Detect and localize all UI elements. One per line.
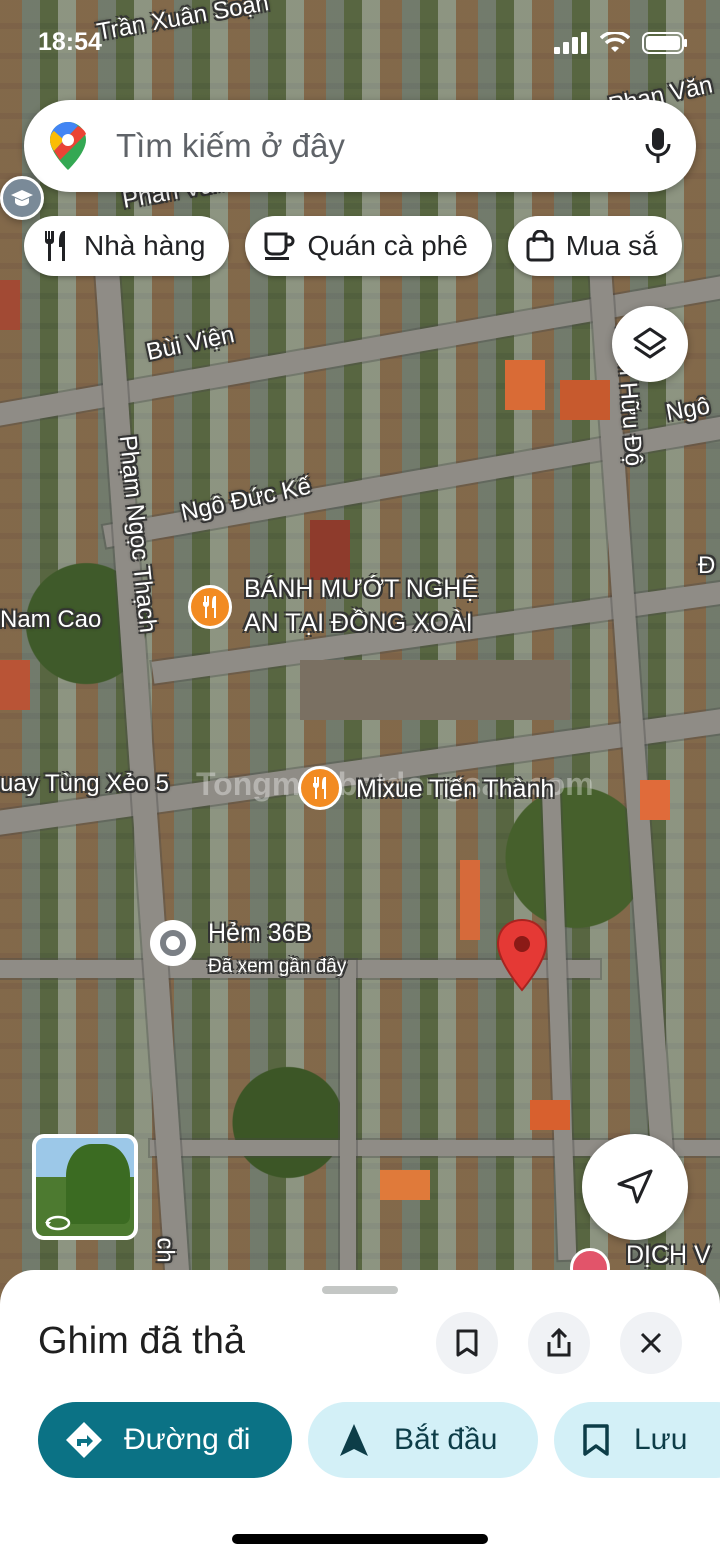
start-label: Bắt đầu — [394, 1423, 498, 1456]
home-indicator[interactable] — [232, 1534, 488, 1544]
share-icon — [547, 1328, 571, 1357]
bookmark-icon — [456, 1329, 478, 1357]
share-button[interactable] — [528, 1312, 590, 1374]
restaurant-poi-marker[interactable] — [298, 766, 342, 810]
layers-icon — [633, 327, 667, 359]
street-label: Đ — [698, 552, 716, 579]
building — [310, 520, 350, 580]
start-button[interactable]: Bắt đầu — [308, 1402, 538, 1478]
road — [541, 779, 577, 1261]
street-label: Nam Cao — [0, 606, 102, 633]
poi-label[interactable]: BÁNH MƯỚT NGHỆ AN TẠI ĐỒNG XOÀI — [244, 572, 478, 640]
building — [505, 360, 545, 410]
poi-label-line: BÁNH MƯỚT NGHỆ — [244, 575, 479, 603]
shopping-bag-icon — [526, 230, 554, 262]
status-icons — [554, 32, 688, 54]
street-label: Trần Xuân Soạn — [94, 0, 271, 46]
directions-label: Đường đi — [124, 1423, 251, 1456]
fork-knife-icon — [202, 596, 216, 618]
navigation-arrow-icon — [617, 1169, 653, 1204]
drag-handle[interactable] — [322, 1286, 398, 1294]
chip-label: Quán cà phê — [307, 230, 468, 261]
layers-button[interactable] — [612, 306, 688, 382]
coffee-icon — [264, 232, 295, 260]
building — [560, 380, 610, 420]
navigation-start-icon — [340, 1424, 368, 1456]
building — [460, 860, 480, 940]
poi-label[interactable]: Hẻm 36B — [208, 916, 312, 950]
close-button[interactable] — [620, 1312, 682, 1374]
building — [300, 660, 570, 720]
category-chips: Nhà hàng Quán cà phê Mua sắ — [24, 216, 682, 276]
recent-place-dot-icon — [160, 930, 186, 956]
building — [0, 660, 30, 710]
street-label: Bùi Viện — [144, 321, 237, 366]
sheet-title: Ghim đã thả — [38, 1320, 245, 1362]
saved-place-marker[interactable] — [0, 176, 44, 220]
poi-label-line: AN TẠI ĐỒNG XOÀI — [244, 609, 473, 637]
graduation-cap-icon — [11, 190, 33, 206]
building — [530, 1100, 570, 1130]
dropped-pin-icon[interactable] — [496, 918, 548, 992]
restaurant-icon — [45, 231, 65, 261]
poi-sublabel: Đã xem gần đây — [208, 956, 347, 977]
search-bar[interactable]: Tìm kiếm ở đây — [24, 100, 696, 192]
chip-restaurants[interactable]: Nhà hàng — [24, 216, 230, 276]
restaurant-poi-marker[interactable] — [188, 585, 232, 629]
microphone-icon[interactable] — [644, 127, 672, 165]
cellular-signal-icon — [554, 32, 587, 54]
poi-label[interactable]: DỊCH V — [626, 1238, 711, 1272]
building — [380, 1170, 430, 1200]
chip-label: Nhà hàng — [84, 230, 206, 261]
save-label: Lưu — [634, 1423, 688, 1456]
chip-shopping[interactable]: Mua sắ — [507, 216, 682, 276]
my-location-button[interactable] — [582, 1134, 688, 1240]
save-bookmark-button[interactable] — [436, 1312, 498, 1374]
recent-place-marker[interactable] — [150, 920, 196, 966]
building — [640, 780, 670, 820]
search-input[interactable]: Tìm kiếm ở đây — [116, 127, 644, 165]
bookmark-icon — [583, 1424, 609, 1456]
street-label: ch — [151, 1237, 179, 1263]
chip-cafes[interactable]: Quán cà phê — [245, 216, 492, 276]
google-maps-logo-icon — [50, 122, 86, 170]
street-view-thumbnail[interactable] — [32, 1134, 138, 1240]
street-label: uay Tùng Xẻo 5 — [0, 770, 170, 797]
rotate-360-icon — [45, 1215, 71, 1231]
close-icon — [640, 1332, 662, 1354]
directions-button[interactable]: Đường đi — [38, 1402, 292, 1478]
directions-icon — [66, 1422, 102, 1458]
place-bottom-sheet[interactable]: Ghim đã thả Đường đi Bắt đầu Lưu — [0, 1270, 720, 1559]
fork-knife-icon — [312, 777, 326, 799]
tree-image — [66, 1144, 130, 1224]
battery-icon — [642, 32, 687, 54]
road — [340, 960, 356, 1280]
save-button[interactable]: Lưu — [554, 1402, 720, 1478]
chip-label: Mua sắ — [565, 230, 658, 261]
building — [0, 280, 20, 330]
status-time: 18:54 — [38, 28, 102, 56]
poi-label[interactable]: Mixue Tiến Thành — [356, 772, 554, 806]
wifi-icon — [600, 32, 630, 52]
